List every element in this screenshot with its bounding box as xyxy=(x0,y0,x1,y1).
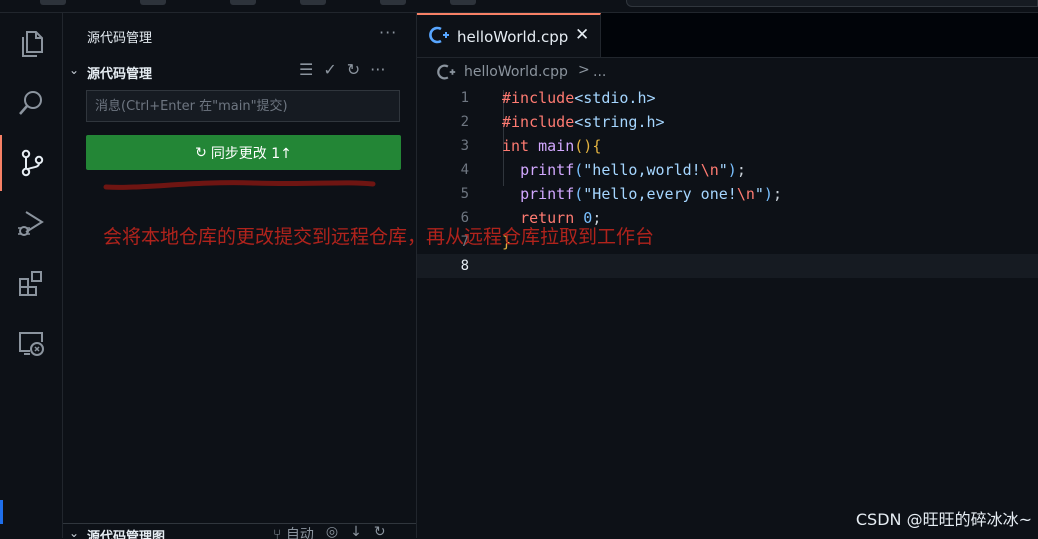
menu-fragment xyxy=(450,0,476,5)
graph-toolbar: ⑂ 自动 ◎ ↓ ↻ xyxy=(273,524,386,539)
close-icon[interactable]: ✕ xyxy=(575,25,589,45)
commit-check-icon[interactable]: ✓ xyxy=(323,60,336,79)
line-number: 5 xyxy=(460,186,469,202)
code-line[interactable]: 3 int main(){ xyxy=(417,134,1038,158)
title-bar-strip xyxy=(0,0,1038,13)
code-editor[interactable]: 1 #include<stdio.h> 2 #include<string.h>… xyxy=(417,86,1038,278)
more-actions-icon[interactable]: ··· xyxy=(370,60,385,79)
refresh-icon[interactable]: ↻ xyxy=(347,60,360,79)
tab-bar: helloWorld.cpp ✕ xyxy=(417,13,1038,58)
code-line[interactable]: 5 printf("Hello,every one!\n"); xyxy=(417,182,1038,206)
edge-marker xyxy=(0,500,3,524)
search-icon xyxy=(19,91,42,115)
cpp-file-icon xyxy=(437,64,456,80)
red-underline-mark xyxy=(103,180,376,190)
csdn-watermark: CSDN @旺旺的碎冰冰~ xyxy=(855,510,1032,529)
breadcrumb-file[interactable]: helloWorld.cpp xyxy=(464,64,568,80)
tab-label: helloWorld.cpp xyxy=(457,28,569,46)
explorer-button[interactable] xyxy=(0,15,62,71)
fetch-icon[interactable]: ↓ xyxy=(350,524,362,539)
section-toolbar: ☰ ✓ ↻ ··· xyxy=(299,60,385,79)
chevron-right-icon: > xyxy=(578,62,590,78)
code-text: printf("hello,world!\n"); xyxy=(520,161,746,179)
target-icon[interactable]: ◎ xyxy=(326,524,338,539)
menu-fragment xyxy=(380,0,406,5)
menu-fragment xyxy=(300,0,326,5)
line-number: 2 xyxy=(460,114,469,130)
sync-changes-button[interactable]: ↻ 同步更改 1↑ xyxy=(86,135,401,170)
annotation-text: 会将本地仓库的更改提交到远程仓库，再从远程仓库拉取到工作台 xyxy=(103,226,655,248)
line-number: 4 xyxy=(460,162,469,178)
command-center[interactable] xyxy=(626,0,1038,7)
code-line-current[interactable]: 8 xyxy=(417,254,1038,278)
sync-button-label: 同步更改 1↑ xyxy=(210,145,292,162)
chevron-down-icon[interactable]: ⌄ xyxy=(69,63,79,77)
line-number: 3 xyxy=(460,138,469,154)
code-text: int main(){ xyxy=(502,137,602,155)
chevron-down-icon[interactable]: ⌄ xyxy=(69,526,79,539)
remote-explorer-button[interactable] xyxy=(0,315,62,371)
source-control-icon xyxy=(21,149,44,177)
menu-fragment xyxy=(40,0,66,5)
section-label: 源代码管理 xyxy=(87,67,153,82)
code-text: #include<stdio.h> xyxy=(502,89,656,107)
breadcrumb: helloWorld.cpp > ... xyxy=(417,58,1038,84)
code-text: printf("Hello,every one!\n"); xyxy=(520,185,782,203)
graph-section-label: 源代码管理图 xyxy=(87,530,166,539)
sidebar-more-icon[interactable]: ··· xyxy=(379,23,397,42)
code-line[interactable]: 4 printf("hello,world!\n"); xyxy=(417,158,1038,182)
line-number: 1 xyxy=(460,90,469,106)
sync-icon: ↻ xyxy=(195,144,207,161)
source-control-graph-header[interactable]: ⌄ 源代码管理图 ⑂ 自动 ◎ ↓ ↻ xyxy=(63,523,416,539)
source-control-section-header[interactable]: ⌄ 源代码管理 ☰ ✓ ↻ ··· xyxy=(63,59,416,85)
line-number: 8 xyxy=(460,258,469,274)
source-control-button[interactable] xyxy=(0,135,62,191)
refresh-icon[interactable]: ↻ xyxy=(374,524,386,539)
editor-area: helloWorld.cpp ✕ helloWorld.cpp > ... 1 … xyxy=(417,13,1038,538)
code-line[interactable]: 1 #include<stdio.h> xyxy=(417,86,1038,110)
source-control-sidebar: 源代码管理 ··· ⌄ 源代码管理 ☰ ✓ ↻ ··· ↻ 同步更改 1↑ ⌄ … xyxy=(63,13,417,539)
cpp-file-icon xyxy=(429,26,449,44)
extensions-button[interactable] xyxy=(0,255,62,311)
sidebar-title: 源代码管理 xyxy=(87,31,153,46)
breadcrumb-more[interactable]: ... xyxy=(593,64,606,80)
code-text: #include<string.h> xyxy=(502,113,665,131)
run-debug-icon xyxy=(18,211,44,236)
explorer-icon xyxy=(22,31,43,57)
remote-explorer-icon xyxy=(19,332,44,356)
run-debug-button[interactable] xyxy=(0,195,62,251)
code-line[interactable]: 2 #include<string.h> xyxy=(417,110,1038,134)
tab-helloworld-cpp[interactable]: helloWorld.cpp ✕ xyxy=(417,13,601,57)
branch-auto-icon[interactable]: ⑂ 自动 xyxy=(273,524,314,539)
menu-fragment xyxy=(140,0,166,5)
activity-bar xyxy=(0,13,63,538)
menu-fragment xyxy=(230,0,256,5)
view-as-list-icon[interactable]: ☰ xyxy=(299,60,313,79)
search-button[interactable] xyxy=(0,75,62,131)
extensions-icon xyxy=(19,271,42,296)
commit-message-input[interactable] xyxy=(86,90,400,122)
